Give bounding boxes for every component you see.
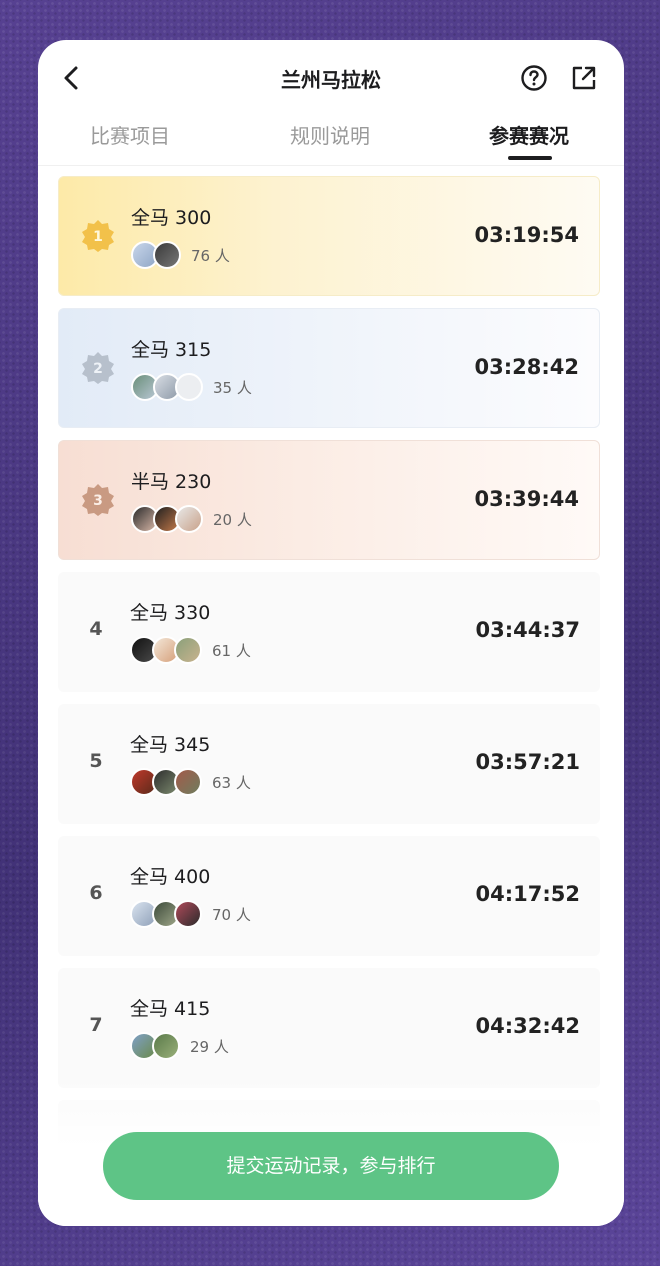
- ranking-row[interactable]: 7 全马 415 29 人 04:32:42: [58, 968, 600, 1088]
- avatar: [174, 900, 202, 928]
- finish-time: 03:19:54: [474, 223, 579, 247]
- svg-text:1: 1: [93, 229, 103, 245]
- avatar: [175, 373, 203, 401]
- finish-time: 03:28:42: [474, 355, 579, 379]
- event-name: 半马 230: [131, 471, 212, 493]
- ranking-row[interactable]: 6 全马 400 70 人 04:17:52: [58, 836, 600, 956]
- participant-count: 70 人: [212, 906, 251, 924]
- ranking-row[interactable]: 3 半马 230 20 人 03:39:44: [58, 440, 600, 560]
- finish-time: 03:39:44: [474, 487, 579, 511]
- help-button[interactable]: [520, 64, 548, 92]
- ranking-row[interactable]: 4 全马 330 61 人 03:44:37: [58, 572, 600, 692]
- finish-time: 04:32:42: [475, 1014, 580, 1038]
- avatar: [153, 241, 181, 269]
- ranking-card: 兰州马拉松 比赛项目 规则说明 参赛赛况 1 全马 300 76 人 03:19…: [38, 40, 624, 1226]
- participant-count: 35 人: [213, 379, 252, 397]
- ranking-row[interactable]: 1 全马 300 76 人 03:19:54: [58, 176, 600, 296]
- question-circle-icon: [521, 65, 547, 91]
- avatar: [152, 1032, 180, 1060]
- svg-text:2: 2: [93, 361, 103, 377]
- top-bar: 兰州马拉松: [38, 40, 624, 116]
- ranking-row[interactable]: 2 全马 315 35 人 03:28:42: [58, 308, 600, 428]
- tab-race-status[interactable]: 参赛赛况: [489, 120, 569, 149]
- participant-avatars: [130, 768, 202, 796]
- rank-number: 6: [89, 882, 103, 904]
- avatar: [174, 636, 202, 664]
- finish-time: 03:44:37: [475, 618, 580, 642]
- ranking-list: 1 全马 300 76 人 03:19:54 2 全马 315 35 人 03:…: [58, 176, 600, 1226]
- share-button[interactable]: [570, 64, 598, 92]
- participant-count: 63 人: [212, 774, 251, 792]
- participant-count: 61 人: [212, 642, 251, 660]
- participant-avatars: [131, 241, 181, 269]
- participant-avatars: [130, 1032, 180, 1060]
- rank-number: 4: [89, 618, 103, 640]
- event-name: 全马 315: [131, 339, 212, 361]
- event-name: 全马 330: [130, 602, 211, 624]
- finish-time: 03:57:21: [475, 750, 580, 774]
- event-name: 全马 345: [130, 734, 211, 756]
- avatar: [175, 505, 203, 533]
- participant-avatars: [131, 373, 203, 401]
- svg-text:3: 3: [93, 493, 103, 509]
- participant-count: 29 人: [190, 1038, 229, 1056]
- ranking-row[interactable]: 5 全马 345 63 人 03:57:21: [58, 704, 600, 824]
- rank-number: 7: [89, 1014, 103, 1036]
- submit-record-button[interactable]: 提交运动记录，参与排行: [103, 1132, 559, 1200]
- avatar: [174, 768, 202, 796]
- rank-number: 5: [89, 750, 103, 772]
- tab-events[interactable]: 比赛项目: [90, 120, 170, 149]
- participant-avatars: [130, 636, 202, 664]
- participant-count: 20 人: [213, 511, 252, 529]
- bronze-medal-icon: 3: [82, 484, 114, 516]
- participant-avatars: [130, 900, 202, 928]
- participant-count: 76 人: [191, 247, 230, 265]
- tab-rules[interactable]: 规则说明: [290, 120, 370, 149]
- share-external-icon: [572, 66, 596, 90]
- event-name: 全马 415: [130, 998, 211, 1020]
- active-tab-indicator: [508, 156, 552, 160]
- participant-avatars: [131, 505, 203, 533]
- silver-medal-icon: 2: [82, 352, 114, 384]
- finish-time: 04:17:52: [475, 882, 580, 906]
- gold-medal-icon: 1: [82, 220, 114, 252]
- event-name: 全马 300: [131, 207, 212, 229]
- event-name: 全马 400: [130, 866, 211, 888]
